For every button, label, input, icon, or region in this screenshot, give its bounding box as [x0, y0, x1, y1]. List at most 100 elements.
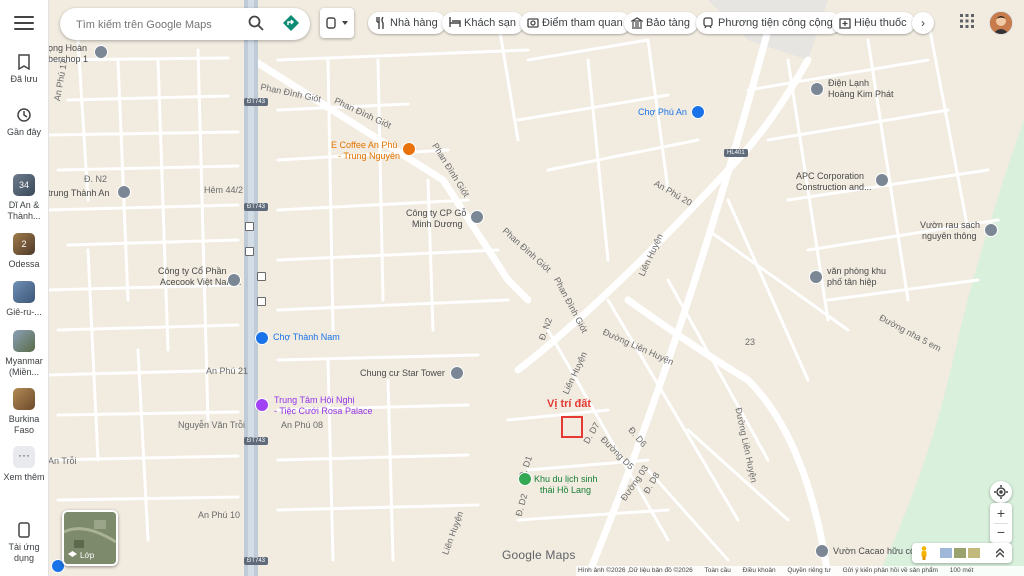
place-pin-icon[interactable]	[815, 544, 829, 558]
chip-label: Phương tiện công cộng	[718, 17, 833, 29]
place-pin-icon[interactable]	[984, 223, 998, 237]
phone-icon	[18, 522, 30, 538]
shopping-pin-icon[interactable]	[255, 331, 269, 345]
recent-button[interactable]: Gần đây	[0, 107, 48, 138]
imagery-attribution: Hình ảnh ©2026 ,Dữ liệu bản đồ ©2026	[578, 567, 693, 574]
place-thumbnail	[13, 330, 35, 352]
chevron-right-icon: ›	[921, 16, 925, 30]
saved-button[interactable]: Đã lưu	[0, 54, 48, 85]
road-label: An Trỗi	[48, 456, 77, 466]
hotel-icon	[326, 17, 336, 29]
map-canvas[interactable]: ĐT743 ĐT743 ĐT743 ĐT743 HL401 ọng Hoàn b…	[48, 0, 1024, 576]
map-label: Vườn Cacao hữu cơ	[833, 546, 916, 556]
chip-label: Hiệu thuốc	[854, 17, 907, 29]
bookmark-icon	[18, 54, 30, 70]
bus-stop-icon[interactable]	[245, 222, 254, 231]
recent-place-5[interactable]: Burkina Faso	[0, 388, 48, 436]
recent-place-1[interactable]: 34 Dĩ An & Thành...	[0, 174, 48, 222]
scale-label[interactable]: 100 mét	[950, 567, 974, 574]
google-apps-icon[interactable]	[960, 14, 974, 28]
chip-hotels[interactable]: Khách sạn	[442, 12, 524, 34]
place-label: Burkina Faso	[8, 414, 40, 435]
place-pin-icon[interactable]	[94, 45, 108, 59]
place-label: Giê-ru-...	[6, 307, 42, 317]
map-label: Minh Dương	[412, 219, 463, 229]
more-icon: ···	[13, 446, 35, 468]
recent-place-3[interactable]: Giê-ru-...	[0, 281, 48, 318]
layers-button[interactable]: Lớp	[62, 510, 118, 566]
recent-place-2[interactable]: 2 Odessa	[0, 233, 48, 270]
account-avatar[interactable]	[989, 11, 1013, 35]
road-label: Nguyễn Văn Trỗi	[178, 420, 246, 430]
map-label: - Tiệc Cưới Rosa Palace	[274, 406, 373, 416]
feedback-link[interactable]: Gửi ý kiến phản hồi về sản phẩm	[843, 567, 938, 574]
more-button[interactable]: ··· Xem thêm	[0, 446, 48, 483]
place-pin-icon[interactable]	[809, 270, 823, 284]
directions-icon[interactable]	[282, 14, 300, 32]
shopping-pin-icon[interactable]	[691, 105, 705, 119]
highway-shield: ĐT743	[244, 557, 269, 565]
privacy-link[interactable]: Quyền riêng tư	[787, 567, 830, 574]
map-label: nguyên thông	[922, 231, 977, 241]
place-pin-icon[interactable]	[470, 210, 484, 224]
avatar-image	[990, 12, 1012, 34]
chip-museums[interactable]: Bảo tàng	[624, 12, 699, 34]
museum-icon	[631, 17, 643, 29]
map-label: Điện Lạnh	[828, 78, 870, 88]
search-icon[interactable]	[248, 15, 264, 31]
place-label: Dĩ An & Thành...	[7, 200, 41, 221]
road-label: Hẻm 44/2	[204, 185, 244, 195]
layers-icon	[68, 551, 77, 557]
chip-restaurants[interactable]: Nhà hàng	[368, 12, 446, 34]
terms-link[interactable]: Điều khoản	[743, 567, 776, 574]
map-label: trung Thành An	[48, 188, 110, 198]
transit-toggle-button[interactable]	[320, 8, 354, 38]
cafe-pin-icon[interactable]	[402, 142, 416, 156]
recent-label: Gần đây	[6, 127, 42, 137]
pegman-icon[interactable]	[920, 546, 928, 560]
map-label: phố tân hiệp	[827, 277, 877, 287]
place-pin-icon[interactable]	[450, 366, 464, 380]
chip-pharmacies[interactable]: Hiệu thuốc	[832, 12, 915, 34]
map-roads	[48, 0, 1024, 576]
map-label: Trung Tâm Hội Nghị	[274, 395, 355, 405]
place-pin-icon[interactable]	[117, 185, 131, 199]
land-position-label: Vị trí đất	[547, 398, 592, 410]
camera-icon	[527, 18, 539, 28]
menu-icon[interactable]	[14, 16, 34, 30]
park-pin-icon[interactable]	[518, 472, 532, 486]
chip-attractions[interactable]: Điểm tham quan	[520, 12, 631, 34]
chip-label: Điểm tham quan	[542, 17, 623, 29]
zoom-out-button[interactable]: −	[990, 523, 1012, 543]
my-location-button[interactable]	[990, 481, 1012, 503]
map-label: APC Corporation	[796, 171, 865, 181]
map-label: Vườn rau sạch	[920, 220, 980, 230]
more-label: Xem thêm	[3, 472, 45, 482]
search-box[interactable]	[60, 8, 310, 40]
road-label: An Phú 10	[198, 510, 241, 520]
zoom-controls: + −	[990, 503, 1012, 543]
zoom-in-button[interactable]: +	[990, 503, 1012, 523]
place-pin-icon[interactable]	[810, 82, 824, 96]
highway-shield: ĐT743	[244, 203, 269, 211]
place-pin-icon[interactable]	[227, 273, 241, 287]
event-venue-pin-icon[interactable]	[255, 398, 269, 412]
download-app-button[interactable]: Tải ứng dụng	[0, 522, 48, 564]
expand-up-icon[interactable]	[996, 548, 1004, 558]
bus-stop-icon[interactable]	[257, 297, 266, 306]
bus-stop-icon[interactable]	[257, 272, 266, 281]
bus-stop-icon[interactable]	[245, 247, 254, 256]
place-label: Myanmar (Miền...	[5, 356, 43, 377]
search-input[interactable]	[74, 14, 238, 36]
map-label: thái Hồ Lang	[540, 485, 592, 495]
place-pin-icon[interactable]	[875, 173, 889, 187]
map-type-thumbnail[interactable]	[968, 548, 980, 558]
chips-next-button[interactable]: ›	[912, 12, 934, 34]
global-link[interactable]: Toàn cầu	[704, 567, 730, 574]
recent-place-4[interactable]: Myanmar (Miền...	[0, 330, 48, 378]
map-label: - Trung Nguyên	[338, 151, 401, 161]
map-type-thumbnail[interactable]	[954, 548, 966, 558]
chip-transit[interactable]: Phương tiện công cộng	[696, 12, 841, 34]
map-type-thumbnail[interactable]	[940, 548, 952, 558]
restaurant-icon	[376, 17, 384, 29]
